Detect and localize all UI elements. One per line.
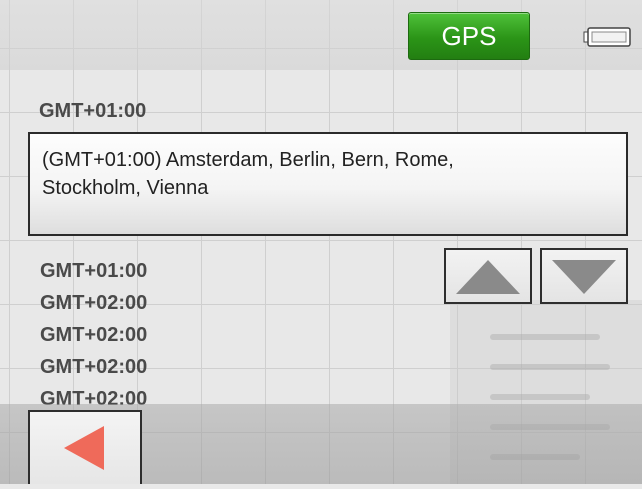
- list-item[interactable]: GMT+02:00: [40, 287, 147, 319]
- scroll-down-button[interactable]: [540, 248, 628, 304]
- scroll-up-button[interactable]: [444, 248, 532, 304]
- list-item[interactable]: GMT+02:00: [40, 351, 147, 383]
- selected-timezone-line1: (GMT+01:00) Amsterdam, Berlin, Bern, Rom…: [42, 149, 454, 171]
- back-button[interactable]: [28, 410, 142, 484]
- current-offset-label: GMT+01:00: [39, 100, 147, 122]
- list-item[interactable]: GMT+02:00: [40, 319, 147, 351]
- list-item[interactable]: GMT+01:00: [40, 255, 147, 287]
- top-band: [0, 0, 642, 70]
- selected-timezone-line2: Stockholm, Vienna: [42, 177, 209, 199]
- timezone-list: GMT+01:00 GMT+02:00 GMT+02:00 GMT+02:00 …: [40, 255, 147, 415]
- gps-button[interactable]: GPS: [408, 12, 530, 60]
- battery-icon: [583, 27, 631, 47]
- arrow-down-icon: [552, 260, 616, 294]
- selected-timezone-box[interactable]: (GMT+01:00) Amsterdam, Berlin, Bern, Rom…: [28, 132, 628, 236]
- arrow-up-icon: [456, 260, 520, 294]
- arrow-left-icon: [64, 426, 104, 470]
